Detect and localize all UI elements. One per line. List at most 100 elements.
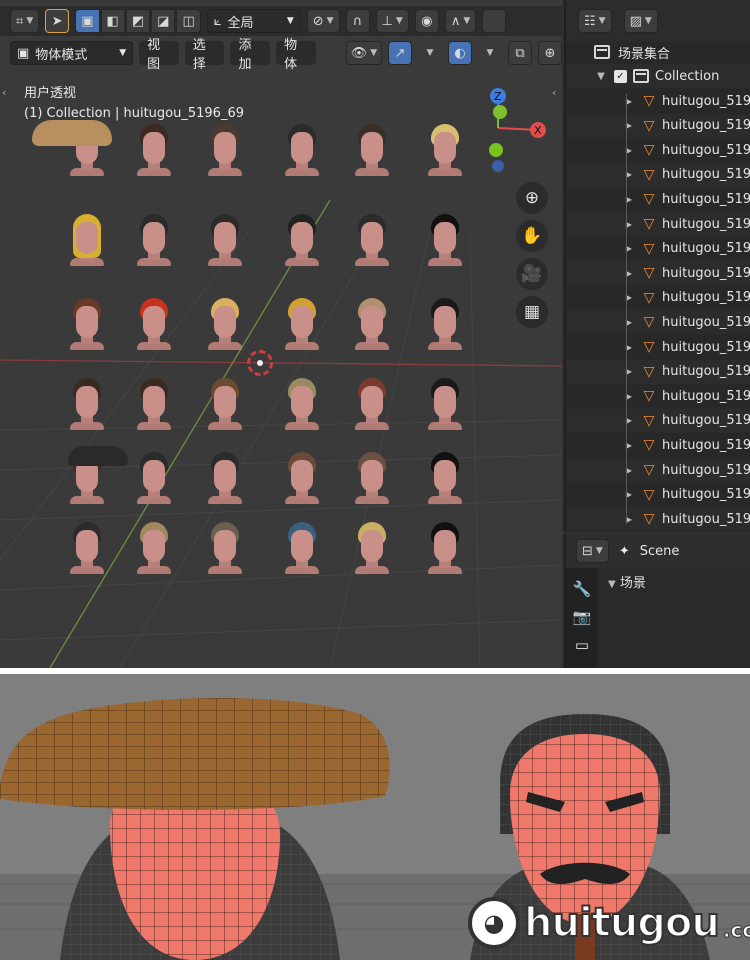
- head-model[interactable]: [137, 294, 171, 354]
- expand-triangle-icon[interactable]: ▶: [622, 318, 636, 327]
- expand-triangle-icon[interactable]: ▼: [594, 71, 608, 82]
- head-model[interactable]: [70, 518, 104, 578]
- menu-add[interactable]: 添加: [230, 38, 271, 72]
- outliner-editor-type-button[interactable]: ☷ ▼: [578, 9, 612, 33]
- expand-triangle-icon[interactable]: ▶: [622, 269, 636, 278]
- head-model[interactable]: [428, 120, 462, 180]
- cowboy-hat-model[interactable]: [68, 446, 128, 466]
- outliner-object-row[interactable]: ▶ ▽ huitugou_519: [566, 408, 750, 433]
- head-model[interactable]: [355, 120, 389, 180]
- head-model[interactable]: [137, 518, 171, 578]
- head-model[interactable]: [208, 518, 242, 578]
- head-model[interactable]: [137, 210, 171, 270]
- menu-view[interactable]: 视图: [139, 38, 179, 72]
- outliner-object-row[interactable]: ▶ ▽ huitugou_519: [566, 261, 750, 286]
- outliner-object-row[interactable]: ▶ ▽ huitugou_519: [566, 113, 750, 138]
- expand-triangle-icon[interactable]: ▶: [622, 416, 636, 425]
- outliner-object-row[interactable]: ▶ ▽ huitugou_519: [566, 187, 750, 211]
- select-subtract-button[interactable]: ◩: [125, 9, 151, 33]
- head-model[interactable]: [355, 294, 389, 354]
- perspective-toggle-button[interactable]: ▦: [516, 296, 548, 328]
- menu-object[interactable]: 物体: [276, 38, 316, 72]
- snap-toggle-button[interactable]: ∩: [345, 9, 370, 33]
- head-model[interactable]: [355, 374, 389, 434]
- head-model[interactable]: [70, 210, 104, 270]
- collection-row[interactable]: ▼ ✓ Collection: [566, 64, 750, 88]
- proportional-edit-button[interactable]: ◉: [414, 9, 439, 33]
- expand-triangle-icon[interactable]: ▶: [622, 146, 636, 155]
- 3d-viewport[interactable]: ⌗ ▼ ➤ ▣ ◧ ◩ ◪ ◫ ⟀ 全局 ▼ ⊘ ▼ ∩ ⊥ ▼ ◉ ∧ ▼ ▣…: [0, 0, 562, 668]
- menu-select[interactable]: 选择: [184, 38, 225, 72]
- select-intersect-button[interactable]: ◫: [176, 9, 201, 33]
- zoom-button[interactable]: ⊕: [516, 182, 548, 214]
- outliner-object-row[interactable]: ▶ ▽ huitugou_519: [566, 310, 750, 335]
- falloff-button[interactable]: ∧ ▼: [444, 9, 477, 33]
- outliner-object-row[interactable]: ▶ ▽ huitugou_519: [566, 433, 750, 457]
- output-properties-icon[interactable]: ▭: [575, 636, 589, 654]
- head-model[interactable]: [70, 374, 104, 434]
- gizmo-dropdown-button[interactable]: ▼: [418, 41, 442, 65]
- transform-orientation-dropdown[interactable]: ⟀ 全局 ▼: [206, 9, 301, 33]
- expand-triangle-icon[interactable]: ▶: [622, 343, 636, 352]
- collection-checkbox[interactable]: ✓: [614, 69, 627, 83]
- head-model[interactable]: [137, 448, 171, 508]
- visibility-button[interactable]: 👁 ▼: [345, 41, 382, 65]
- outliner-object-row[interactable]: ▶ ▽ huitugou_519: [566, 89, 750, 113]
- head-model[interactable]: [137, 374, 171, 434]
- outliner-object-row[interactable]: ▶ ▽ huitugou_519: [566, 286, 750, 310]
- editor-type-button[interactable]: ⌗ ▼: [10, 9, 40, 33]
- head-model[interactable]: [428, 518, 462, 578]
- head-model[interactable]: [428, 374, 462, 434]
- tool-settings-icon[interactable]: 🔧: [573, 580, 592, 598]
- expand-triangle-icon[interactable]: ▶: [622, 220, 636, 229]
- head-model[interactable]: [428, 210, 462, 270]
- head-model[interactable]: [208, 294, 242, 354]
- select-new-button[interactable]: ▣: [75, 9, 100, 33]
- head-model[interactable]: [208, 448, 242, 508]
- head-model[interactable]: [285, 294, 319, 354]
- straw-hat-model[interactable]: [32, 120, 112, 146]
- expand-triangle-icon[interactable]: ▶: [622, 170, 636, 179]
- pan-button[interactable]: ✋: [516, 220, 548, 252]
- expand-triangle-icon[interactable]: ▶: [622, 515, 636, 524]
- outliner-object-row[interactable]: ▶ ▽ huitugou_519: [566, 384, 750, 408]
- header-overflow-button[interactable]: [482, 9, 507, 33]
- head-model[interactable]: [70, 294, 104, 354]
- expand-triangle-icon[interactable]: ▶: [622, 490, 636, 499]
- outliner-object-row[interactable]: ▶ ▽ huitugou_519: [566, 162, 750, 187]
- head-model[interactable]: [137, 120, 171, 180]
- select-invert-button[interactable]: ◪: [151, 9, 176, 33]
- expand-triangle-icon[interactable]: ▶: [622, 392, 636, 401]
- sidebar-expand-icon[interactable]: ‹: [552, 86, 556, 99]
- expand-triangle-icon[interactable]: ▶: [622, 244, 636, 253]
- head-model[interactable]: [355, 518, 389, 578]
- select-extend-button[interactable]: ◧: [100, 9, 125, 33]
- scene-collection-row[interactable]: 场景集合: [566, 40, 750, 64]
- head-model[interactable]: [285, 374, 319, 434]
- head-model[interactable]: [285, 210, 319, 270]
- head-model[interactable]: [285, 120, 319, 180]
- outliner-object-row[interactable]: ▶ ▽ huitugou_519: [566, 237, 750, 261]
- pivot-point-button[interactable]: ⊘ ▼: [306, 9, 340, 33]
- head-model[interactable]: [208, 374, 242, 434]
- expand-triangle-icon[interactable]: ▶: [622, 367, 636, 376]
- select-tool-button[interactable]: ➤: [45, 9, 70, 33]
- outliner-object-row[interactable]: ▶ ▽ huitugou_519: [566, 335, 750, 359]
- outliner-object-row[interactable]: ▶ ▽ huitugou_519: [566, 359, 750, 384]
- scene-section-header[interactable]: ▼ 场景: [608, 572, 646, 591]
- shading-wireframe-button[interactable]: ⊕: [537, 41, 562, 65]
- head-model[interactable]: [355, 210, 389, 270]
- expand-triangle-icon[interactable]: ▶: [622, 97, 636, 106]
- xray-toggle-button[interactable]: ⧉: [507, 41, 532, 65]
- head-model[interactable]: [285, 518, 319, 578]
- head-model[interactable]: [208, 120, 242, 180]
- outliner-object-row[interactable]: ▶ ▽ huitugou_519: [566, 458, 750, 482]
- head-model[interactable]: [355, 448, 389, 508]
- expand-triangle-icon[interactable]: ▶: [622, 466, 636, 475]
- head-model[interactable]: [208, 210, 242, 270]
- outliner-object-row[interactable]: ▶ ▽ huitugou_519: [566, 138, 750, 162]
- navigation-gizmo[interactable]: Z X: [480, 84, 550, 174]
- outliner-object-row[interactable]: ▶ ▽ huitugou_519: [566, 212, 750, 236]
- overlay-dropdown-button[interactable]: ▼: [478, 41, 502, 65]
- mode-dropdown[interactable]: ▣ 物体模式 ▼: [10, 41, 134, 65]
